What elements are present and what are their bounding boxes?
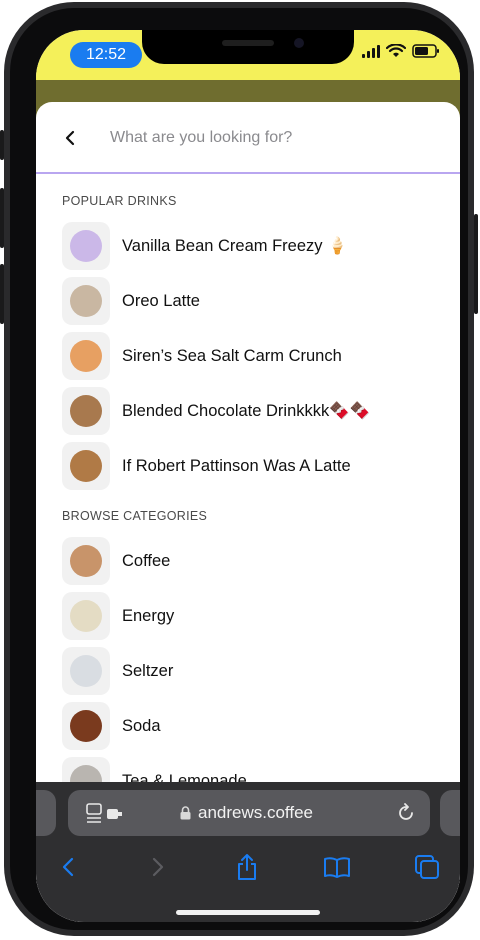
item-label: Soda [122, 716, 161, 735]
reload-icon[interactable] [396, 803, 416, 823]
volume-up-button [0, 188, 4, 248]
item-label: Energy [122, 606, 175, 625]
power-button [474, 214, 478, 314]
volume-down-button [0, 264, 4, 324]
popular-item-blended-chocolate[interactable]: Blended Chocolate Drinkkkk🍫🍫 [62, 387, 442, 435]
category-thumbnail [62, 647, 110, 695]
popular-item-sea-salt-crunch[interactable]: Siren’s Sea Salt Carm Crunch [62, 332, 442, 380]
back-arrow-icon[interactable] [62, 130, 78, 146]
item-label: Oreo Latte [122, 291, 200, 310]
category-item-coffee[interactable]: Coffee [62, 537, 442, 585]
speaker-grille [222, 40, 274, 46]
safari-toolbar: andrews.coffee [36, 782, 460, 922]
browser-nav-bar [36, 848, 460, 888]
share-icon[interactable] [232, 852, 262, 882]
status-time[interactable]: 12:52 [70, 42, 142, 68]
search-bar [36, 102, 460, 174]
category-thumbnail [62, 592, 110, 640]
page-menu-icon[interactable] [86, 803, 124, 823]
item-label: Siren’s Sea Salt Carm Crunch [122, 346, 342, 365]
popular-drinks-heading: POPULAR DRINKS [62, 194, 177, 208]
address-bar[interactable]: andrews.coffee [68, 790, 430, 836]
screen: 12:52 What are you looking for? POPULAR … [36, 30, 460, 922]
mute-switch [0, 130, 4, 160]
item-label: Vanilla Bean Cream Freezy 🍦 [122, 236, 348, 255]
popular-item-oreo-latte[interactable]: Oreo Latte [62, 277, 442, 325]
item-label: Blended Chocolate Drinkkkk🍫🍫 [122, 401, 371, 420]
next-tab-peek[interactable] [440, 790, 460, 836]
drink-thumbnail [62, 442, 110, 490]
tabs-icon[interactable] [412, 852, 442, 882]
home-indicator[interactable] [176, 910, 320, 915]
drink-thumbnail [62, 277, 110, 325]
cellular-signal-icon [362, 44, 380, 58]
status-icons [362, 44, 440, 58]
notch [142, 30, 354, 64]
drink-thumbnail [62, 222, 110, 270]
popular-item-vanilla-bean[interactable]: Vanilla Bean Cream Freezy 🍦 [62, 222, 442, 270]
lock-icon [180, 806, 191, 820]
phone-frame: 12:52 What are you looking for? POPULAR … [0, 2, 478, 936]
item-label: Seltzer [122, 661, 174, 680]
search-input[interactable] [108, 124, 428, 152]
category-thumbnail [62, 537, 110, 585]
drink-thumbnail [62, 332, 110, 380]
category-item-seltzer[interactable]: Seltzer [62, 647, 442, 695]
site-header: 12:52 [36, 30, 460, 120]
item-label: If Robert Pattinson Was A Latte [122, 456, 351, 475]
category-item-energy[interactable]: Energy [62, 592, 442, 640]
wifi-icon [386, 44, 406, 57]
previous-tab-peek[interactable] [36, 790, 56, 836]
drink-thumbnail [62, 387, 110, 435]
back-chevron-icon[interactable] [54, 852, 84, 882]
battery-icon [412, 44, 439, 58]
category-thumbnail [62, 702, 110, 750]
front-camera [294, 38, 304, 48]
category-item-soda[interactable]: Soda [62, 702, 442, 750]
browse-categories-heading: BROWSE CATEGORIES [62, 509, 208, 523]
popular-item-robert-pattinson-latte[interactable]: If Robert Pattinson Was A Latte [62, 442, 442, 490]
bookmarks-icon[interactable] [322, 852, 352, 882]
url-text: andrews.coffee [198, 803, 313, 822]
item-label: Coffee [122, 551, 171, 570]
forward-chevron-icon[interactable] [142, 852, 172, 882]
